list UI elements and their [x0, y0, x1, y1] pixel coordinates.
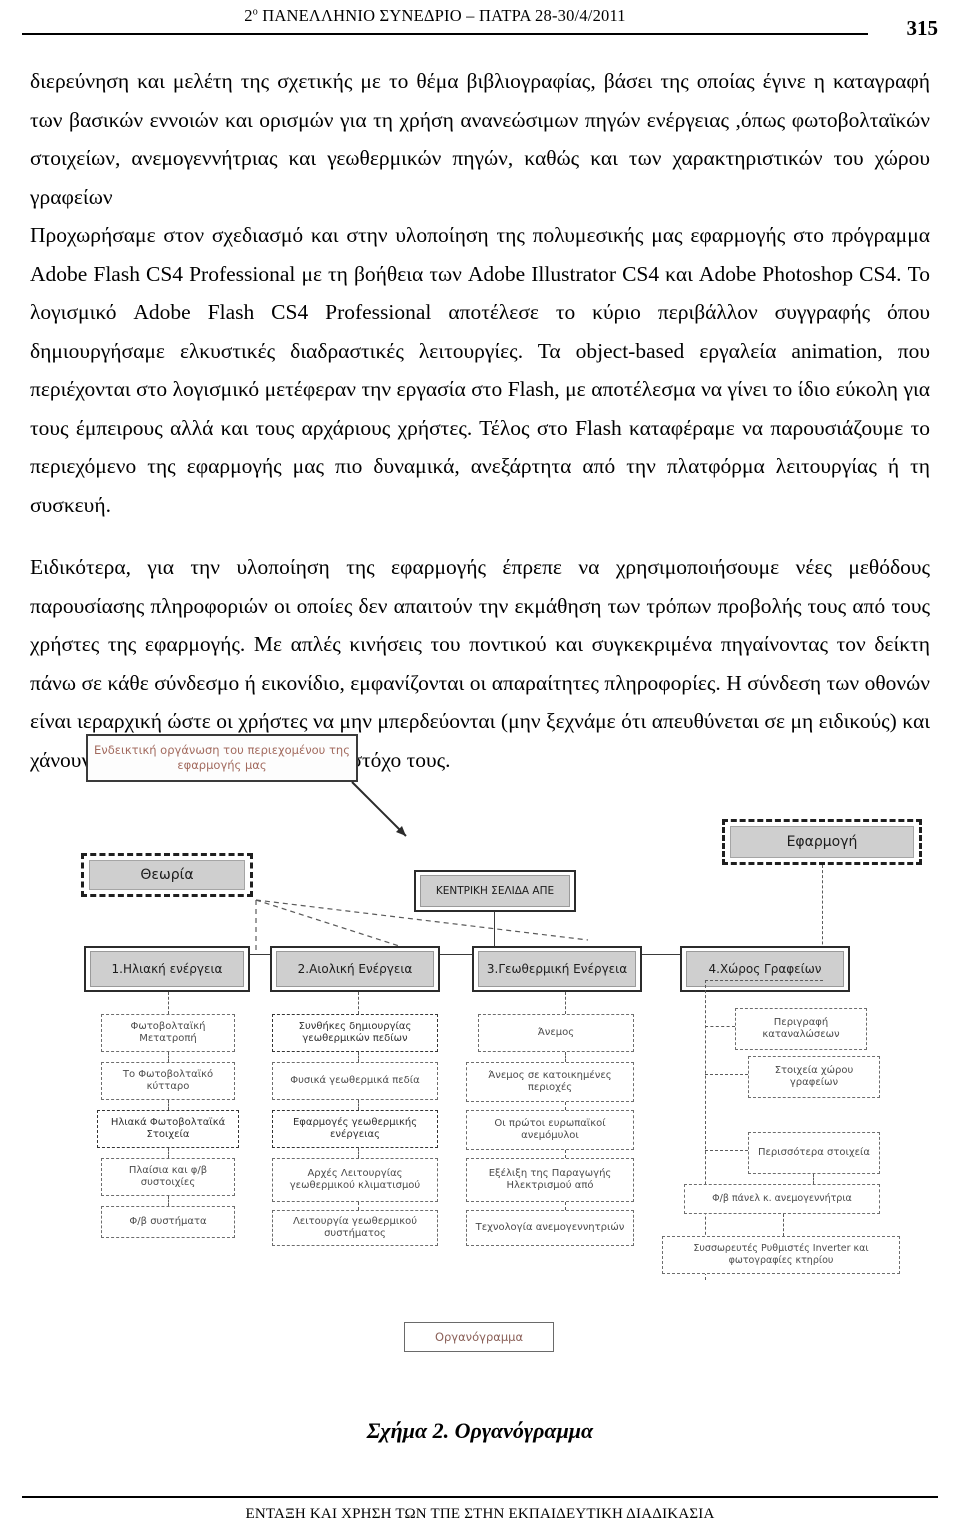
leaf-col1-2: Το Φωτοβολταϊκό κύτταρο — [101, 1062, 235, 1100]
leaf-col1-3: Ηλιακά Φωτοβολταϊκά Στοιχεία — [97, 1110, 239, 1148]
category-label-2: 2.Αιολική Ενέργεια — [276, 951, 434, 987]
category-box-2: 2.Αιολική Ενέργεια — [270, 946, 440, 992]
figure-title-box: Ενδεικτική οργάνωση του περιεχομένου της… — [86, 734, 358, 782]
leaf-col2-2: Φυσικά γεωθερμικά πεδία — [272, 1062, 438, 1100]
footer-title: ΕΝΤΑΞΗ ΚΑΙ ΧΡΗΣΗ ΤΩΝ ΤΠΕ ΣΤΗΝ ΕΚΠΑΙΔΕΥΤΙ… — [245, 1506, 715, 1522]
connector-col1-c — [168, 1148, 169, 1158]
leaf-col3-4: Εξέλιξη της Παραγωγής Ηλεκτρισμού από — [466, 1158, 634, 1202]
leaf-col3-2-label: Άνεμος σε κατοικημένες περιοχές — [488, 1070, 612, 1093]
leaf-col1-5: Φ/β συστήματα — [101, 1206, 235, 1238]
leaf-col2-3: Εφαρμογές γεωθερμικής ενέργειας — [272, 1110, 438, 1148]
leaf-col1-5-label: Φ/β συστήματα — [129, 1216, 207, 1227]
connector-col2-b — [358, 1100, 359, 1110]
figure-organogramma: Ενδεικτική οργάνωση του περιεχομένου της… — [0, 726, 960, 1426]
leaf-col2-5-label: Λειτουργία γεωθερμικού συστήματος — [292, 1216, 418, 1239]
connector-col1-a — [168, 1052, 169, 1062]
connector-col2-d — [358, 1202, 359, 1210]
node-theory: Θεωρία — [81, 853, 253, 897]
leaf-col3-1: Άνεμος — [478, 1014, 634, 1052]
leaf-col3-1-label: Άνεμος — [537, 1027, 575, 1038]
paragraph-1: διερεύνηση και μελέτη της σχετικής με το… — [30, 69, 930, 209]
connector-col2-a — [358, 1052, 359, 1062]
connector-col3-top — [565, 992, 566, 1014]
leaf-col4-2: Στοιχεία χώρου γραφείων — [748, 1056, 880, 1098]
connector-col1-d — [168, 1196, 169, 1206]
figure-caption-text: Οργανόγραμμα — [454, 1418, 594, 1443]
figure-caption: Σχήμα 2. Οργανόγραμμα — [0, 1418, 960, 1444]
leaf-col1-1: Φωτοβολταϊκή Μετατροπή — [101, 1014, 235, 1052]
connector-col1-top — [168, 992, 169, 1014]
conference-header: 2ο ΠΑΝΕΛΛΗΝΙΟ ΣΥΝΕΔΡΙΟ – ΠΑΤΡΑ 28-30/4/2… — [0, 6, 870, 26]
category-label-4: 4.Χώρος Γραφείων — [686, 951, 844, 987]
page-number: 315 — [906, 16, 939, 40]
connector-col4-a — [705, 1026, 735, 1027]
leaf-col4-2-label: Στοιχεία χώρου γραφείων — [774, 1065, 854, 1088]
leaf-col1-1-label: Φωτοβολταϊκή Μετατροπή — [130, 1021, 206, 1044]
connector-col3-c — [565, 1150, 566, 1158]
connector-col1-b — [168, 1100, 169, 1110]
connector-col3-a — [565, 1052, 566, 1062]
footer-divider — [22, 1496, 938, 1498]
connector-col4-b — [705, 1074, 748, 1075]
node-application: Εφαρμογή — [722, 819, 922, 865]
leaf-col3-2: Άνεμος σε κατοικημένες περιοχές — [466, 1062, 634, 1102]
document-body: διερεύνηση και μελέτη της σχετικής με το… — [30, 62, 930, 779]
node-application-label: Εφαρμογή — [730, 826, 914, 858]
organogramma-box-label: Οργανόγραμμα — [434, 1330, 524, 1344]
leaf-col2-5: Λειτουργία γεωθερμικού συστήματος — [272, 1210, 438, 1246]
page-header: 2ο ΠΑΝΕΛΛΗΝΙΟ ΣΥΝΕΔΡΙΟ – ΠΑΤΡΑ 28-30/4/2… — [0, 6, 960, 46]
leaf-col4-3: Περισσότερα στοιχεία — [748, 1132, 880, 1174]
leaf-col3-5: Τεχνολογία ανεμογεννητριών — [466, 1210, 634, 1246]
figure-caption-number: Σχήμα 2. — [366, 1418, 450, 1443]
leaf-col2-2-label: Φυσικά γεωθερμικά πεδία — [290, 1075, 420, 1086]
connector-col4-c — [705, 1150, 748, 1151]
connector-col2-top — [358, 992, 359, 1014]
leaf-col3-3-label: Οι πρώτοι ευρωπαϊκοί ανεμόμυλοι — [494, 1118, 606, 1141]
leaf-col3-5-label: Τεχνολογία ανεμογεννητριών — [475, 1222, 625, 1233]
figure-title-text: Ενδεικτική οργάνωση του περιεχομένου της… — [94, 743, 350, 772]
paragraph-2: Προχωρήσαμε στον σχεδιασμό και στην υλοπ… — [30, 223, 930, 517]
category-box-3: 3.Γεωθερμική Ενέργεια — [472, 946, 642, 992]
connector-col3-d — [565, 1202, 566, 1210]
conference-name: ΠΑΝΕΛΛΗΝΙΟ ΣΥΝΕΔΡΙΟ – ΠΑΤΡΑ 28-30/4/2011 — [257, 6, 626, 25]
leaf-col2-3-label: Εφαρμογές γεωθερμικής ενέργειας — [292, 1117, 418, 1140]
node-theory-label: Θεωρία — [89, 860, 245, 890]
organogramma-box: Οργανόγραμμα — [404, 1322, 554, 1352]
conference-number: 2 — [244, 6, 253, 25]
category-box-1: 1.Ηλιακή ενέργεια — [84, 946, 250, 992]
leaf-col4-1: Περιγραφή καταναλώσεων — [735, 1008, 867, 1050]
connector-col2-c — [358, 1148, 359, 1158]
leaf-col4-3-label: Περισσότερα στοιχεία — [757, 1147, 870, 1158]
leaf-col4-4: Φ/β πάνελ κ. ανεμογεννήτρια — [684, 1184, 880, 1214]
leaf-col3-4-label: Εξέλιξη της Παραγωγής Ηλεκτρισμού από — [488, 1168, 612, 1191]
leaf-col4-5-label: Συσσωρευτές Ρυθμιστές Inverter και φωτογ… — [693, 1243, 869, 1266]
leaf-col4-1-label: Περιγραφή καταναλώσεων — [762, 1017, 840, 1040]
leaf-col1-4: Πλαίσια και φ/β συστοιχίες — [101, 1158, 235, 1196]
header-divider — [22, 33, 868, 35]
leaf-col3-3: Οι πρώτοι ευρωπαϊκοί ανεμόμυλοι — [466, 1110, 634, 1150]
leaf-col1-3-label: Ηλιακά Φωτοβολταϊκά Στοιχεία — [110, 1117, 226, 1140]
pointer-arrow-icon — [351, 781, 407, 837]
connector-app-to-spine — [705, 980, 823, 981]
leaf-col1-2-label: Το Φωτοβολταϊκό κύτταρο — [122, 1069, 214, 1092]
connector-col3-b — [565, 1102, 566, 1110]
category-label-3: 3.Γεωθερμική Ενέργεια — [478, 951, 636, 987]
leaf-col1-4-label: Πλαίσια και φ/β συστοιχίες — [128, 1165, 208, 1188]
leaf-col2-1-label: Συνθήκες δημιουργίας γεωθερμικών πεδίων — [298, 1021, 412, 1044]
leaf-col2-4-label: Αρχές Λειτουργίας γεωθερμικού κλιματισμο… — [289, 1168, 421, 1191]
category-label-1: 1.Ηλιακή ενέργεια — [90, 951, 244, 987]
connector-col4-e — [783, 1214, 784, 1236]
leaf-col4-4-label: Φ/β πάνελ κ. ανεμογεννήτρια — [712, 1193, 852, 1204]
leaf-col4-5: Συσσωρευτές Ρυθμιστές Inverter και φωτογ… — [662, 1236, 900, 1274]
connector-col4-spine — [705, 980, 706, 1280]
leaf-col2-1: Συνθήκες δημιουργίας γεωθερμικών πεδίων — [272, 1014, 438, 1052]
connector-col4-d — [813, 1174, 814, 1184]
leaf-col2-4: Αρχές Λειτουργίας γεωθερμικού κλιματισμο… — [272, 1158, 438, 1202]
